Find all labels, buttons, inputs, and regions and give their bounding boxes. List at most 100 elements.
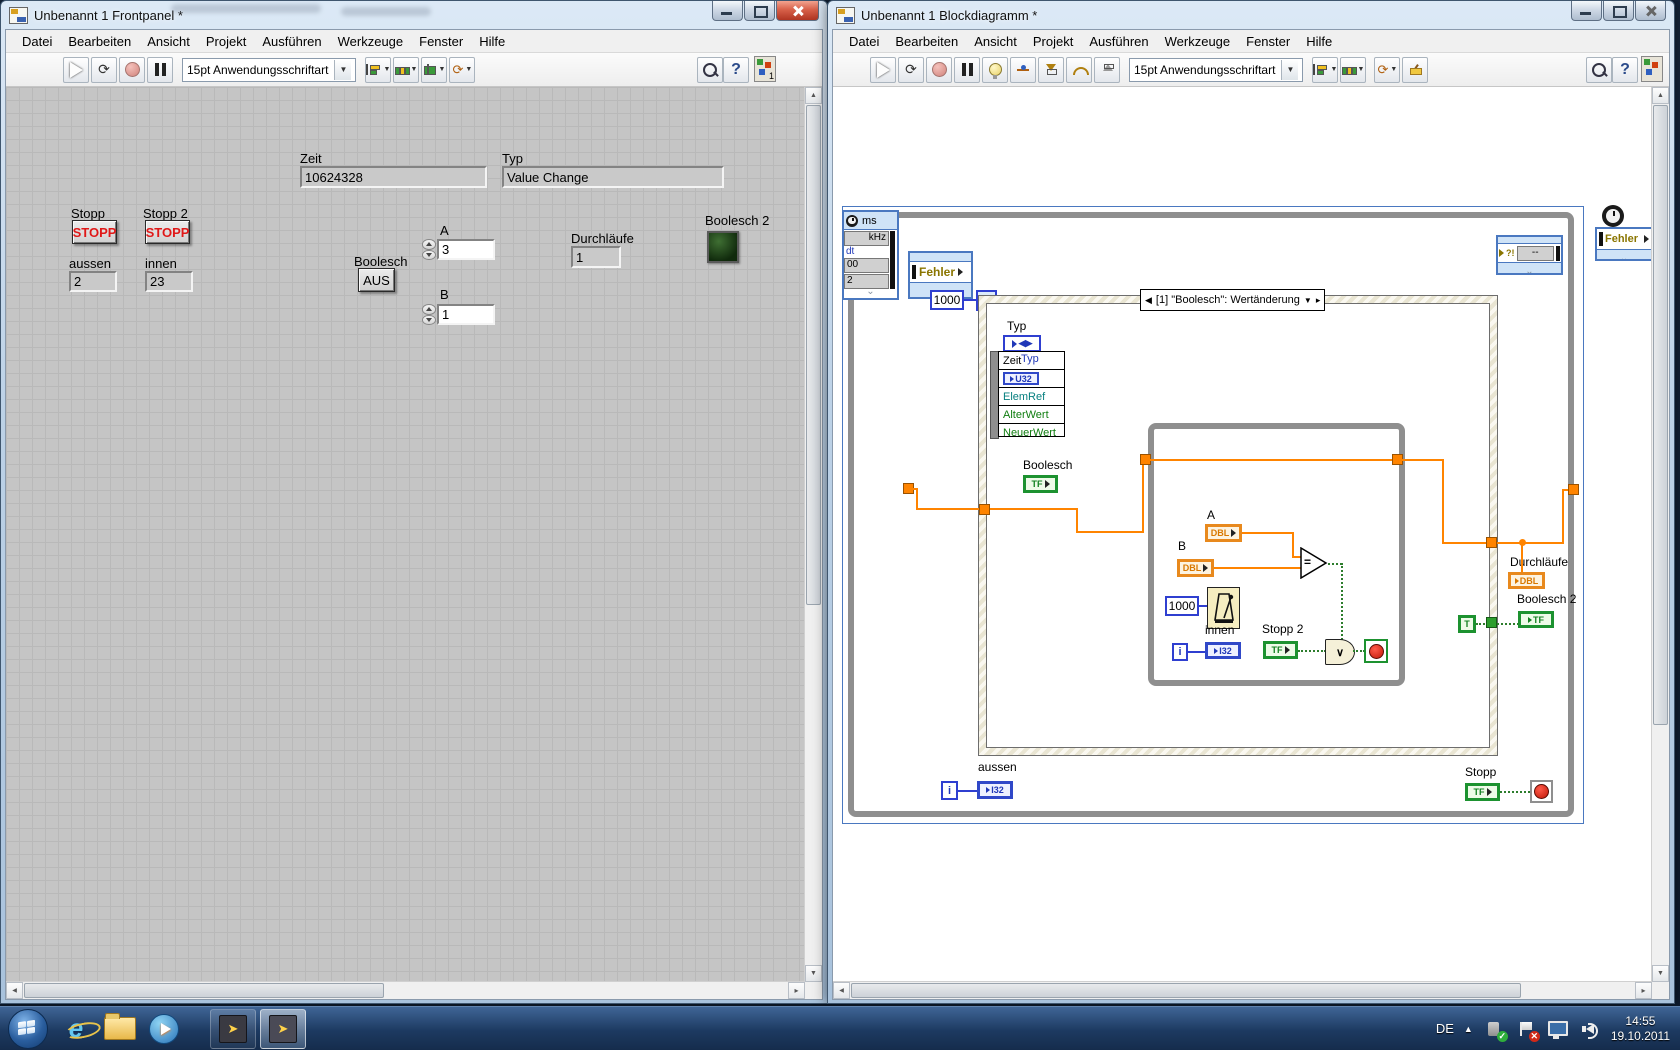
action-center-tray-icon[interactable]: ✕ xyxy=(1515,1018,1540,1042)
minimize-button[interactable] xyxy=(1571,1,1602,21)
innen-terminal[interactable]: I32 xyxy=(1205,642,1241,659)
a-terminal[interactable]: DBL xyxy=(1205,524,1242,542)
menu-ansicht[interactable]: Ansicht xyxy=(966,32,1025,51)
timeout-constant[interactable]: 1000 xyxy=(930,290,964,310)
menu-bearbeiten[interactable]: Bearbeiten xyxy=(60,32,139,51)
scroll-left-arrow[interactable]: ◀ xyxy=(833,982,850,999)
maximize-button[interactable] xyxy=(1603,1,1634,21)
font-selector[interactable]: 15pt Anwendungsschriftart ▼ xyxy=(182,57,357,82)
stopp2-button[interactable]: STOPP xyxy=(145,220,190,244)
menu-werkzeuge[interactable]: Werkzeuge xyxy=(330,32,412,51)
frontpanel-titlebar[interactable]: Unbenannt 1 Frontpanel * xyxy=(1,1,827,29)
volume-tray-icon[interactable] xyxy=(1579,1018,1601,1040)
b-spinner[interactable] xyxy=(422,304,436,325)
scroll-down-arrow[interactable]: ▼ xyxy=(805,965,822,982)
usb-tray-icon[interactable]: ✓ xyxy=(1483,1018,1508,1042)
minimize-button[interactable] xyxy=(712,1,743,21)
internet-explorer-button[interactable]: e xyxy=(56,1010,102,1048)
next-case-icon[interactable]: ▸ xyxy=(1316,295,1321,306)
explorer-button[interactable] xyxy=(100,1010,140,1048)
blockdiagram-canvas[interactable]: ms kHz dt 00 2 ⌄ ?! -- ⌄ Fehler ⌄ Fehler… xyxy=(833,87,1653,982)
vertical-scrollbar[interactable]: ▲ ▼ xyxy=(1651,87,1669,982)
start-button[interactable] xyxy=(8,1008,48,1049)
menu-werkzeuge[interactable]: Werkzeuge xyxy=(1157,32,1239,51)
cleanup-diagram-button[interactable] xyxy=(1402,56,1429,83)
abort-button[interactable] xyxy=(926,56,952,83)
context-help-button[interactable]: ? xyxy=(723,56,749,83)
run-button[interactable] xyxy=(870,56,896,83)
retain-wire-values-button[interactable] xyxy=(1010,56,1036,83)
scroll-right-arrow[interactable]: ▸ xyxy=(788,982,805,999)
step-into-button[interactable] xyxy=(1038,56,1064,83)
frontpanel-canvas[interactable]: Zeit 10624328 Typ Value Change Stopp STO… xyxy=(6,87,807,982)
outer-loop-condition-terminal[interactable] xyxy=(1530,780,1553,803)
horizontal-scrollbar[interactable]: ◀ ▸ xyxy=(6,981,805,999)
boolesch-button[interactable]: AUS xyxy=(358,268,395,292)
font-selector[interactable]: 15pt Anwendungsschriftart ▼ xyxy=(1129,57,1304,82)
taskbar-clock[interactable]: 14:55 19.10.2011 xyxy=(1611,1014,1670,1044)
pause-button[interactable] xyxy=(954,56,980,83)
event-data-node[interactable]: Zeit Typ U32 ElemRef AlterWert NeuerWert xyxy=(998,351,1065,439)
menu-projekt[interactable]: Projekt xyxy=(1025,32,1081,51)
pause-button[interactable] xyxy=(147,56,173,83)
network-tray-icon[interactable] xyxy=(1547,1018,1569,1040)
menu-fenster[interactable]: Fenster xyxy=(411,32,471,51)
menu-hilfe[interactable]: Hilfe xyxy=(1298,32,1340,51)
menu-fenster[interactable]: Fenster xyxy=(1238,32,1298,51)
horizontal-scroll-thumb[interactable] xyxy=(851,983,1521,998)
vertical-scroll-thumb[interactable] xyxy=(1653,105,1668,725)
stopp2-terminal[interactable]: TF xyxy=(1263,641,1298,659)
distribute-objects-button[interactable]: ▼ xyxy=(1340,56,1367,83)
timed-loop-output-node[interactable]: ?! -- ⌄ xyxy=(1496,235,1563,275)
step-over-button[interactable] xyxy=(1066,56,1092,83)
align-objects-button[interactable]: ▼ xyxy=(1312,56,1339,83)
close-button[interactable] xyxy=(776,1,819,21)
a-control[interactable]: 3 xyxy=(437,239,495,260)
stopp-button[interactable]: STOPP xyxy=(72,220,117,244)
u32-terminal[interactable]: U32 xyxy=(1003,372,1039,385)
scroll-left-arrow[interactable]: ◀ xyxy=(6,982,23,999)
search-button[interactable] xyxy=(1586,56,1612,83)
previous-case-icon[interactable]: ◀ xyxy=(1145,295,1152,306)
menu-ausfuehren[interactable]: Ausführen xyxy=(1081,32,1156,51)
language-indicator[interactable]: DE xyxy=(1436,1021,1454,1036)
fehler-out-node[interactable]: Fehler ⌄ xyxy=(1595,227,1653,261)
step-out-button[interactable] xyxy=(1094,56,1120,83)
taskbar-app-labview-2[interactable]: ➤ xyxy=(260,1008,306,1049)
b-terminal[interactable]: DBL xyxy=(1177,559,1214,577)
media-player-button[interactable] xyxy=(144,1010,184,1048)
true-constant[interactable]: T xyxy=(1458,615,1476,633)
boolesch-terminal[interactable]: TF xyxy=(1023,475,1058,493)
menu-hilfe[interactable]: Hilfe xyxy=(471,32,513,51)
palette-icon[interactable]: 1 xyxy=(754,56,776,82)
run-button[interactable] xyxy=(63,56,89,83)
wait-constant[interactable]: 1000 xyxy=(1165,596,1199,616)
blockdiagram-titlebar[interactable]: Unbenannt 1 Blockdiagramm * xyxy=(828,1,1674,29)
search-button[interactable] xyxy=(697,56,723,83)
resize-objects-button[interactable]: ▼ xyxy=(421,56,448,83)
iteration-terminal[interactable]: i xyxy=(1172,643,1188,661)
close-button[interactable] xyxy=(1635,1,1666,21)
context-help-button[interactable]: ? xyxy=(1612,56,1638,83)
menu-datei[interactable]: Datei xyxy=(14,32,60,51)
a-spinner[interactable] xyxy=(422,239,436,260)
b-control[interactable]: 1 xyxy=(437,304,495,325)
vertical-scroll-thumb[interactable] xyxy=(806,105,821,605)
case-dropdown-icon[interactable]: ▼ xyxy=(1304,296,1312,305)
menu-ansicht[interactable]: Ansicht xyxy=(139,32,198,51)
scroll-down-arrow[interactable]: ▼ xyxy=(1652,965,1669,982)
scroll-up-arrow[interactable]: ▲ xyxy=(805,87,822,104)
equal-node[interactable]: = xyxy=(1300,546,1328,582)
run-continuous-button[interactable]: ⟳ xyxy=(91,56,117,83)
iteration-terminal-outer[interactable]: i xyxy=(941,781,958,800)
aussen-terminal[interactable]: I32 xyxy=(977,781,1013,799)
menu-bearbeiten[interactable]: Bearbeiten xyxy=(887,32,966,51)
distribute-objects-button[interactable]: ▼ xyxy=(393,56,420,83)
menu-datei[interactable]: Datei xyxy=(841,32,887,51)
stopp-terminal[interactable]: TF xyxy=(1465,783,1500,801)
durchlaeufe-terminal[interactable]: DBL xyxy=(1508,572,1545,589)
vertical-scrollbar[interactable]: ▲ ▼ xyxy=(804,87,822,982)
menu-projekt[interactable]: Projekt xyxy=(198,32,254,51)
highlight-execution-button[interactable] xyxy=(982,56,1008,83)
taskbar-app-labview-1[interactable]: ➤ xyxy=(210,1008,256,1049)
